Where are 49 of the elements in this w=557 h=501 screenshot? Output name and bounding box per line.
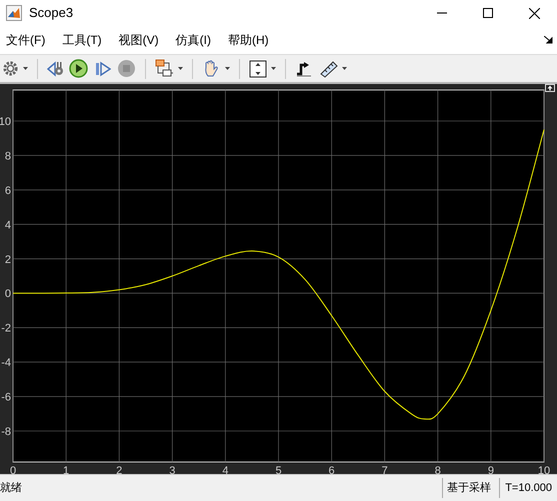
x-tick-label: 7 — [382, 465, 388, 474]
app-logo-icon — [6, 5, 22, 21]
step-forward-icon[interactable] — [95, 60, 111, 76]
y-tick-label: 0 — [4, 288, 11, 300]
x-tick-label: 1 — [63, 465, 70, 474]
x-tick-label: 4 — [222, 465, 228, 474]
close-icon — [528, 8, 540, 18]
y-tick-label: -8 — [1, 426, 11, 438]
undock-arrow-icon[interactable] — [544, 36, 553, 44]
trigger-icon[interactable] — [295, 60, 313, 78]
y-tick-label: -6 — [1, 392, 11, 404]
y-tick-label: 2 — [4, 254, 11, 266]
menu-item[interactable]: 文件(F) — [5, 31, 46, 49]
caret-icon[interactable] — [225, 67, 230, 70]
status-time: T=10.000 — [499, 478, 557, 498]
x-tick-label: 2 — [116, 465, 122, 474]
menu-item[interactable]: 帮助(H) — [226, 31, 270, 49]
menu-item[interactable]: 视图(V) — [118, 31, 160, 49]
caret-icon[interactable] — [23, 67, 28, 70]
signal-blocks-icon[interactable] — [155, 59, 174, 78]
ruler-icon[interactable] — [320, 60, 338, 78]
window-title: Scope3 — [29, 4, 74, 22]
x-tick-label: 0 — [10, 465, 16, 474]
x-tick-label: 10 — [538, 465, 550, 474]
y-tick-label: 8 — [4, 150, 11, 162]
hand-icon[interactable] — [202, 59, 221, 78]
y-tick-label: -4 — [1, 357, 11, 370]
x-tick-label: 9 — [488, 465, 494, 474]
settings-icon[interactable] — [2, 60, 19, 77]
status-mode: 基于采样 — [442, 478, 496, 498]
run-icon[interactable] — [69, 59, 88, 78]
stop-icon — [117, 59, 136, 78]
caret-icon[interactable] — [178, 67, 183, 70]
x-tick-label: 8 — [434, 465, 441, 474]
y-tick-label: 4 — [4, 219, 11, 232]
fit-view-icon[interactable] — [249, 60, 267, 78]
x-tick-label: 5 — [275, 465, 282, 474]
maximize-icon — [483, 8, 493, 18]
x-tick-label: 6 — [328, 465, 335, 474]
x-tick-label: 3 — [169, 465, 176, 474]
y-tick-label: 6 — [4, 184, 11, 197]
status-message: 就绪 — [0, 480, 22, 496]
menu-item[interactable]: 工具(T) — [61, 31, 103, 49]
legend-toggle-icon[interactable] — [545, 84, 555, 92]
step-back-icon[interactable] — [47, 60, 65, 78]
caret-icon[interactable] — [271, 67, 276, 70]
menu-item[interactable]: 仿真(I) — [174, 31, 212, 49]
y-tick-label: -2 — [1, 322, 11, 335]
caret-icon[interactable] — [342, 67, 347, 70]
